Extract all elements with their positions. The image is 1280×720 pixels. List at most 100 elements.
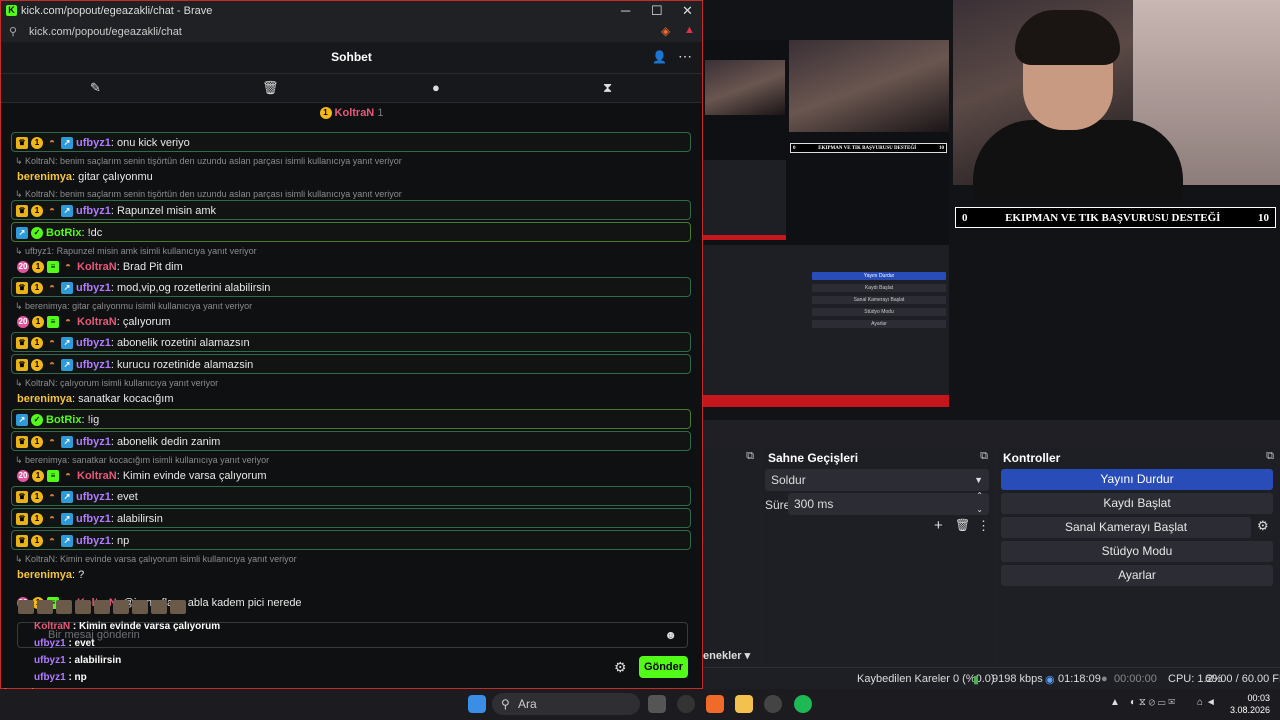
start-recording-button[interactable]: Kaydı Başlat — [1001, 493, 1273, 514]
chat-message[interactable]: ♛ 1 ◓ ↗ ufbyz1: kurucu rozetinide alamazsin — [11, 354, 691, 374]
chatgpt-icon[interactable] — [677, 695, 695, 713]
hat-badge-icon[interactable]: ◓ — [62, 261, 74, 273]
settings-button[interactable]: Ayarlar — [1001, 565, 1273, 586]
crown-badge-icon[interactable]: ♛ — [16, 491, 28, 504]
chat-message[interactable]: ♛ 1 ◓ ↗ ufbyz1: evet — [11, 486, 691, 506]
emote-icon[interactable] — [37, 600, 53, 614]
stack-badge-icon[interactable]: ≡ — [47, 470, 59, 483]
chat-message[interactable]: berenimya: gitar çalıyonmu — [11, 167, 691, 187]
brave-shield-icon[interactable]: ◈ — [661, 24, 670, 38]
trash-icon[interactable]: 🗑 — [262, 80, 279, 96]
studio-mode-button[interactable]: Stüdyo Modu — [1001, 541, 1273, 562]
coin-badge-icon[interactable]: 1 — [32, 261, 44, 274]
coin-badge-icon[interactable]: 1 — [31, 535, 43, 548]
arrow-badge-icon[interactable]: ↗ — [61, 436, 73, 449]
chat-message[interactable]: 20 1 ≡ ◓ KoltraN: Brad Pit dim — [11, 257, 691, 277]
subscriber-badge-icon[interactable]: 20 — [17, 470, 29, 483]
hat-badge-icon[interactable]: ◓ — [46, 491, 58, 503]
emote-icon[interactable] — [151, 600, 167, 614]
chat-username[interactable]: KoltraN — [77, 261, 117, 273]
hat-badge-icon[interactable]: ◓ — [46, 337, 58, 349]
gear-icon[interactable]: ⚙ — [614, 659, 627, 676]
crown-badge-icon[interactable]: ♛ — [16, 436, 28, 449]
coin-badge-icon[interactable]: 1 — [31, 205, 43, 218]
crown-badge-icon[interactable]: ♛ — [16, 282, 28, 295]
arrow-badge-icon[interactable]: ↗ — [61, 282, 73, 295]
arrow-badge-icon[interactable]: ↗ — [16, 414, 28, 427]
add-icon[interactable]: + — [934, 517, 943, 534]
hat-badge-icon[interactable]: ◓ — [62, 470, 74, 482]
chat-username[interactable]: ufbyz1 — [76, 205, 111, 217]
chat-message[interactable]: berenimya: sanatkar kocacığım — [11, 389, 691, 409]
chat-username[interactable]: ufbyz1 — [76, 436, 111, 448]
emote-icon[interactable] — [56, 600, 72, 614]
chat-message[interactable]: ♛ 1 ◓ ↗ ufbyz1: np — [11, 530, 691, 550]
transition-select[interactable]: Soldur ▼ — [765, 469, 989, 491]
crown-badge-icon[interactable]: ♛ — [16, 337, 28, 350]
chat-message[interactable]: berenimya: ? — [11, 565, 691, 585]
arrow-badge-icon[interactable]: ↗ — [61, 337, 73, 350]
crown-badge-icon[interactable]: ♛ — [16, 137, 28, 150]
url-text[interactable]: kick.com/popout/egeazakli/chat — [29, 26, 182, 38]
rewards-icon[interactable]: ▲ — [684, 24, 695, 36]
chat-message[interactable]: ♛ 1 ◓ ↗ ufbyz1: alabilirsin — [11, 508, 691, 528]
chat-username[interactable]: ufbyz1 — [76, 535, 111, 547]
bot-badge-icon[interactable]: ✓ — [31, 227, 43, 240]
chat-message[interactable]: 20 1 ≡ ◓ KoltraN: çalıyorum — [11, 312, 691, 332]
arrow-badge-icon[interactable]: ↗ — [16, 227, 28, 240]
duration-input[interactable]: 300 ms ⌃ ⌄ — [788, 491, 989, 515]
close-icon[interactable]: ✕ — [682, 3, 693, 19]
more-icon[interactable]: ⋯ — [678, 48, 692, 65]
dock-float-icon[interactable]: ⧉ — [1266, 450, 1274, 463]
stepper-icon[interactable]: ⌃ ⌄ — [976, 489, 983, 517]
hat-badge-icon[interactable]: ◓ — [46, 513, 58, 525]
subscriber-badge-icon[interactable]: 20 — [17, 261, 29, 274]
chat-username[interactable]: KoltraN — [77, 470, 117, 482]
user-settings-icon[interactable]: 👤 — [652, 50, 667, 64]
arrow-badge-icon[interactable]: ↗ — [61, 205, 73, 218]
arrow-badge-icon[interactable]: ↗ — [61, 359, 73, 372]
clock[interactable]: 00:03 3.08.2026 — [1230, 692, 1270, 716]
tray-icons[interactable]: ◐ ⧖ ⊘ ▭ ✉ — [1130, 697, 1175, 708]
site-info-icon[interactable]: ⚲ — [9, 25, 17, 38]
hat-badge-icon[interactable]: ◓ — [46, 436, 58, 448]
hat-badge-icon[interactable]: ◓ — [46, 535, 58, 547]
hourglass-icon[interactable]: ⧗ — [603, 80, 612, 96]
brave-icon[interactable] — [706, 695, 724, 713]
chat-username[interactable]: berenimya — [17, 569, 72, 581]
chat-message[interactable]: ↗ ✓ BotRix: !dc — [11, 222, 691, 242]
arrow-badge-icon[interactable]: ↗ — [61, 513, 73, 526]
start-icon[interactable] — [468, 695, 486, 713]
start-virtual-camera-button[interactable]: Sanal Kamerayı Başlat — [1001, 517, 1251, 538]
hat-badge-icon[interactable]: ◓ — [46, 137, 58, 149]
coin-badge-icon[interactable]: 1 — [31, 337, 43, 350]
pinned-user[interactable]: 1 KoltraN 1 — [1, 103, 702, 123]
taskbar-search[interactable]: ⚲ Ara — [492, 693, 640, 715]
arrow-badge-icon[interactable]: ↗ — [61, 491, 73, 504]
chat-message[interactable]: ♛ 1 ◓ ↗ ufbyz1: Rapunzel misin amk — [11, 200, 691, 220]
hat-badge-icon[interactable]: ◓ — [62, 316, 74, 328]
tray-chevron-icon[interactable]: ▲ — [1110, 697, 1120, 708]
subscriber-badge-icon[interactable]: 20 — [17, 316, 29, 329]
emote-icon[interactable] — [94, 600, 110, 614]
stack-badge-icon[interactable]: ≡ — [47, 261, 59, 274]
chat-username[interactable]: BotRix — [46, 414, 81, 426]
chat-messages[interactable]: ♛ 1 ◓ ↗ ufbyz1: onu kick veriyo ↳ KoltraN: be… — [11, 128, 693, 610]
crown-badge-icon[interactable]: ♛ — [16, 359, 28, 372]
chat-username[interactable]: ufbyz1 — [76, 337, 111, 349]
chat-username[interactable]: ufbyz1 — [76, 359, 111, 371]
chat-username[interactable]: BotRix — [46, 227, 81, 239]
coin-badge-icon[interactable]: 1 — [31, 359, 43, 372]
crown-badge-icon[interactable]: ♛ — [16, 535, 28, 548]
folder-icon[interactable] — [735, 695, 753, 713]
coin-badge-icon[interactable]: 1 — [31, 436, 43, 449]
emote-icon[interactable] — [18, 600, 34, 614]
emote-row[interactable] — [18, 600, 208, 616]
trash-icon[interactable]: 🗑 — [955, 518, 970, 532]
chat-username[interactable]: ufbyz1 — [76, 491, 111, 503]
stack-badge-icon[interactable]: ≡ — [47, 316, 59, 329]
dock-float-icon[interactable]: ⧉ — [980, 450, 988, 463]
chat-message[interactable]: ♛ 1 ◓ ↗ ufbyz1: abonelik rozetini alamazsın — [11, 332, 691, 352]
more-icon[interactable]: ⋮ — [977, 518, 990, 534]
chat-username[interactable]: berenimya — [17, 171, 72, 183]
